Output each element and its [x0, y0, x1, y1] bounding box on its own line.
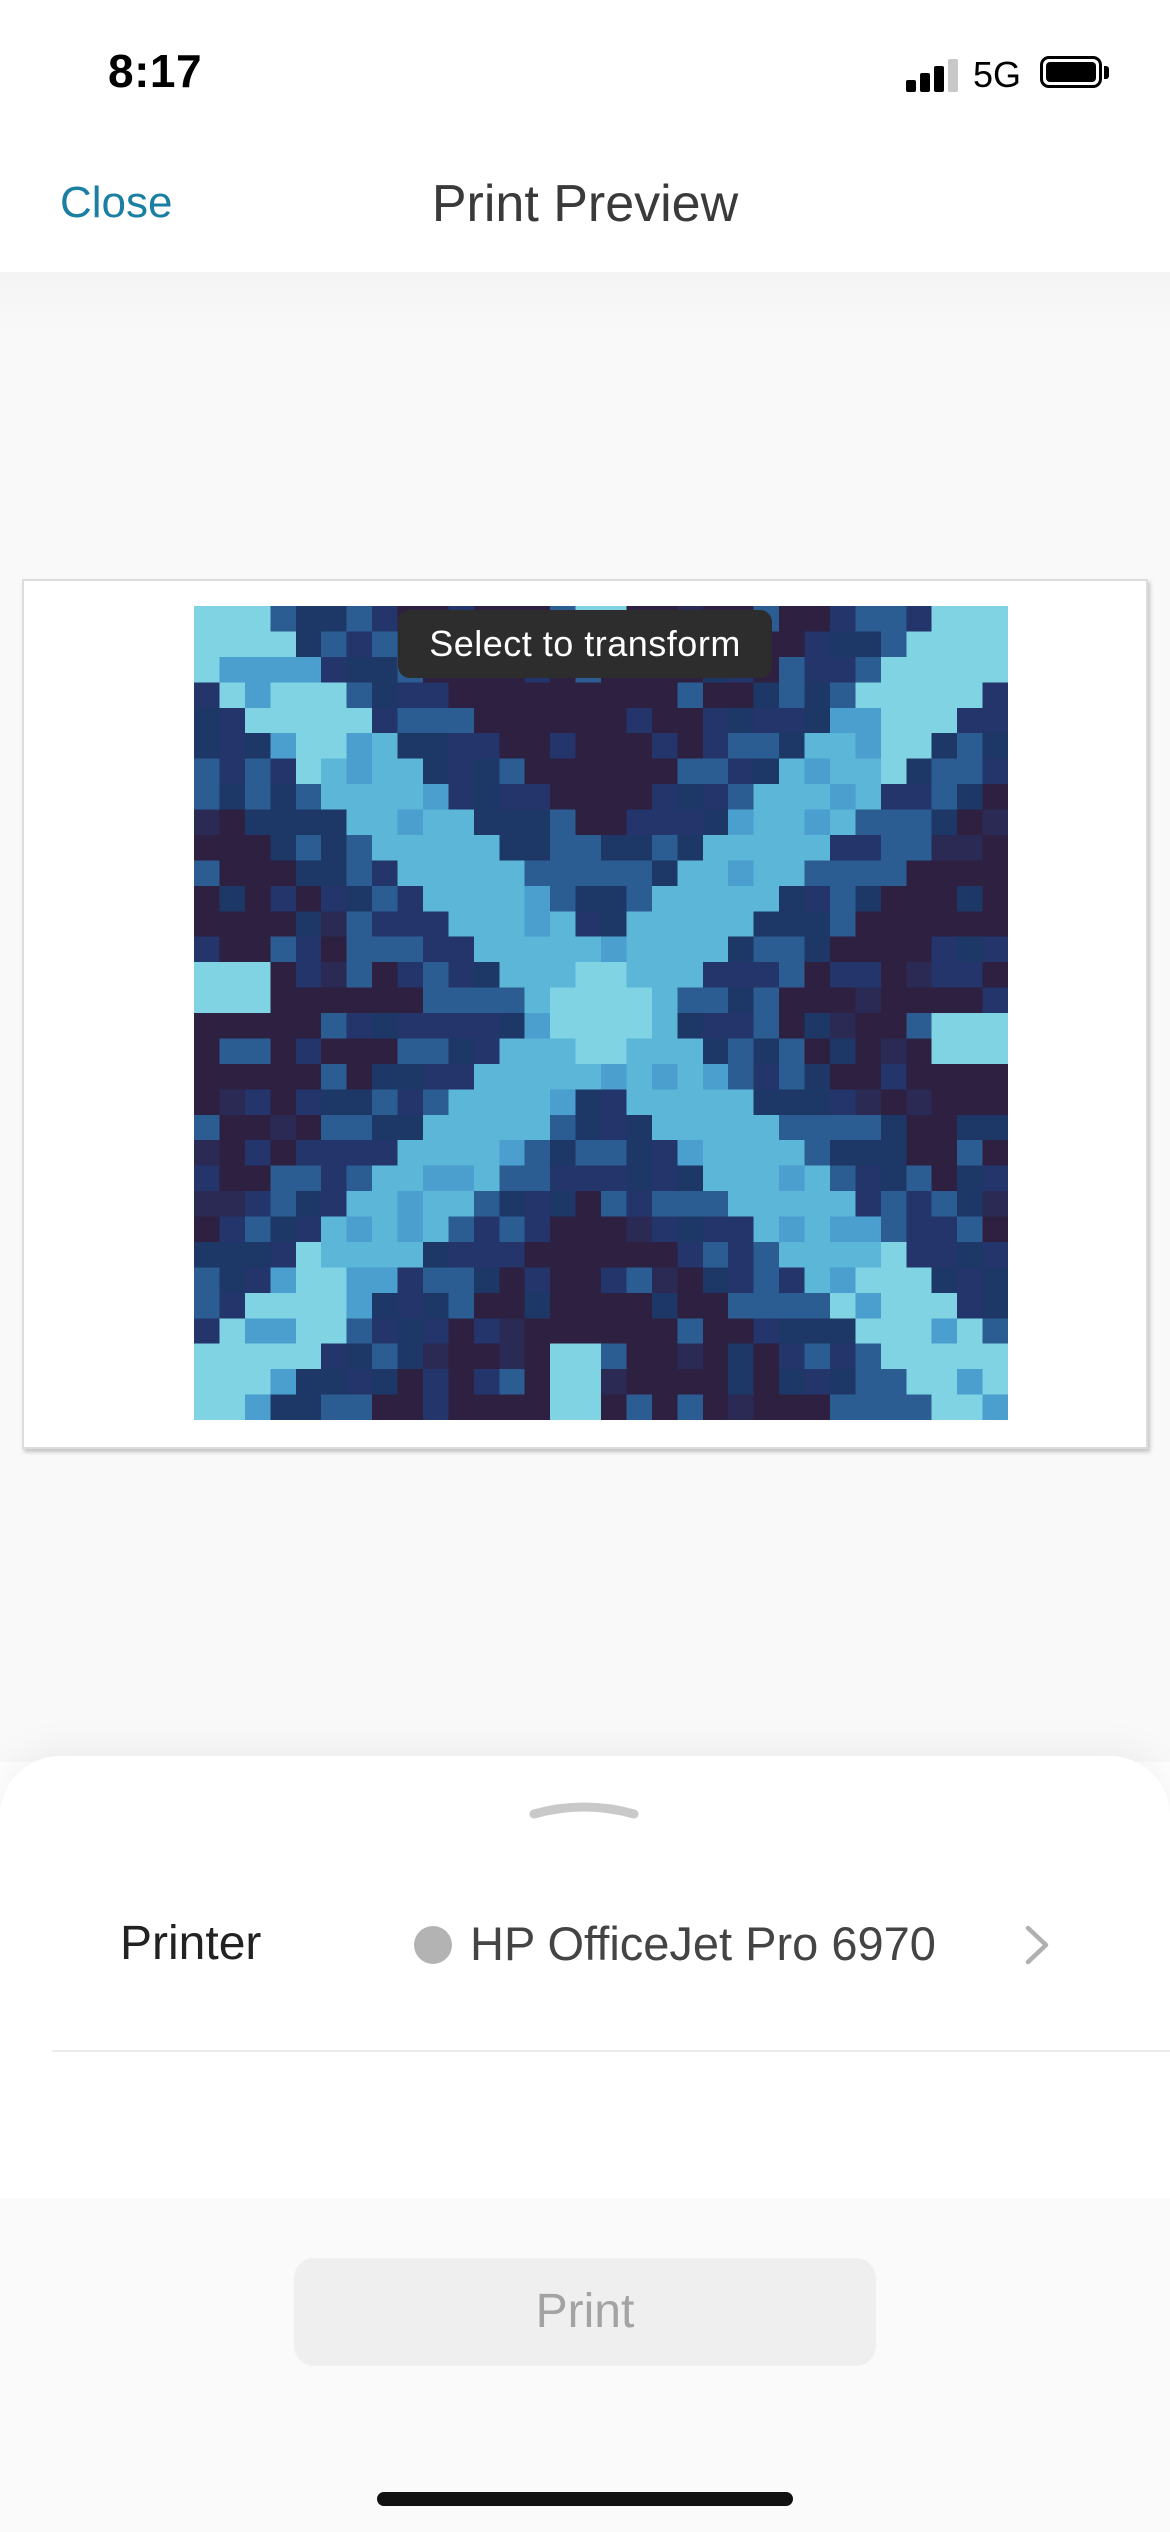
network-type: 5G [973, 54, 1022, 95]
printer-row[interactable]: Printer HP OfficeJet Pro 6970 [0, 1876, 1170, 2016]
print-button[interactable]: Print [294, 2258, 876, 2366]
chevron-right-icon [1025, 1925, 1049, 1965]
page-title: Print Preview [431, 175, 739, 233]
printer-name: HP OfficeJet Pro 6970 [470, 1917, 936, 1970]
divider [52, 2050, 1170, 2052]
cellular-signal-icon [906, 56, 958, 92]
navigation-bar: Close Print Preview [0, 150, 1170, 272]
print-image[interactable] [194, 606, 1008, 1420]
status-bar: 8:17 5G [0, 0, 1170, 150]
battery-icon [1040, 56, 1102, 88]
printer-label: Printer [120, 1917, 262, 1970]
printer-status-dot [414, 1926, 452, 1964]
print-preview-screen: 8:17 5G Close Print Preview Select to tr… [0, 0, 1170, 2532]
status-time: 8:17 [108, 45, 203, 97]
transform-tooltip[interactable]: Select to transform [398, 610, 772, 678]
grabber-icon[interactable] [528, 1798, 640, 1820]
footer: Print [0, 2198, 1170, 2532]
home-indicator [377, 2492, 793, 2506]
battery-cap [1104, 66, 1109, 79]
